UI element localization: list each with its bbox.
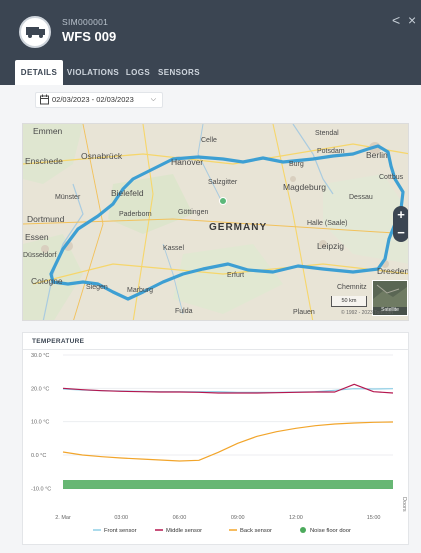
close-icon[interactable]: × xyxy=(408,13,416,27)
map-label-osnabruck: Osnabrück xyxy=(81,151,123,161)
chevron-down-icon: ⌵ xyxy=(150,96,156,103)
date-range-picker[interactable]: 02/03/2023 - 02/03/2023 ⌵ xyxy=(35,92,163,108)
map-label-hanover: Hanover xyxy=(171,157,204,167)
map-label-gottingen: Göttingen xyxy=(178,209,209,216)
map-label-burg: Burg xyxy=(289,161,304,168)
truck-icon xyxy=(26,27,45,38)
map-label-halle: Halle (Saale) xyxy=(307,220,348,227)
x-tick-label: 09:00 xyxy=(231,515,245,521)
sim-id: SIM000001 xyxy=(62,17,109,27)
map-label-potsdam: Potsdam xyxy=(317,148,345,155)
tab-logs[interactable]: LOGS xyxy=(123,60,153,85)
map-label-dortmund: Dortmund xyxy=(27,214,65,224)
map-label-stendal: Stendal xyxy=(315,130,339,137)
date-range-value: 02/03/2023 - 02/03/2023 xyxy=(52,95,134,104)
map-label-magdeburg: Magdeburg xyxy=(283,182,327,192)
map-label-marburg: Marburg xyxy=(127,287,154,294)
tab-sensors[interactable]: SENSORS xyxy=(157,60,201,85)
x-tick-label: 06:00 xyxy=(173,515,187,521)
map-label-dresden: Dresden xyxy=(377,266,409,276)
map-label-emmen: Emmen xyxy=(33,126,63,136)
map-copyright: © 1992 - 2023 TomTom xyxy=(341,310,393,316)
map-label-celle: Celle xyxy=(201,137,217,144)
tab-details[interactable]: DETAILS xyxy=(15,60,63,85)
noise-floor-door-band xyxy=(63,480,393,489)
legend-swatch xyxy=(300,527,306,533)
map-label-dusseldorf: Düsseldorf xyxy=(23,252,57,259)
legend-label: Back sensor xyxy=(240,528,272,534)
map-label-fulda: Fulda xyxy=(175,308,193,315)
vehicle-header: SIM000001 WFS 009 < × xyxy=(0,0,421,60)
y-tick-label: 0.0 °C xyxy=(31,453,46,459)
calendar-icon xyxy=(40,94,49,105)
zoom-in-button[interactable]: + xyxy=(393,206,408,224)
map-scale-bar: 50 km xyxy=(331,296,367,307)
map-label-cottbus: Cottbus xyxy=(379,174,404,181)
map-label-cologne: Cologne xyxy=(31,276,63,286)
x-tick-label: 15:00 xyxy=(367,515,381,521)
satellite-thumbnail-icon xyxy=(373,281,407,307)
x-tick-label: 03:00 xyxy=(114,515,128,521)
map-label-bielefeld: Bielefeld xyxy=(111,188,144,198)
tab-violations[interactable]: VIOLATIONS xyxy=(66,60,120,85)
map-label-dessau: Dessau xyxy=(349,194,373,201)
map-label-erfurt: Erfurt xyxy=(227,272,245,279)
zoom-control: + − xyxy=(393,206,408,242)
y-tick-label: -10.0 °C xyxy=(31,486,51,492)
detail-tabs: DETAILS VIOLATIONS LOGS SENSORS xyxy=(0,60,421,85)
back-icon[interactable]: < xyxy=(392,13,400,27)
route-map[interactable]: Emmen Enschede Osnabrück Bielefeld Münst… xyxy=(22,123,409,321)
map-label-chemnitz: Chemnitz xyxy=(337,284,367,291)
legend-label: Noise floor door xyxy=(310,528,351,534)
vehicle-avatar xyxy=(19,16,51,48)
x-tick-label: 12:00 xyxy=(289,515,303,521)
map-label-munster: Münster xyxy=(55,194,81,201)
map-label-essen: Essen xyxy=(25,232,49,242)
legend-label: Front sensor xyxy=(104,528,137,534)
map-label-berlin: Berlin xyxy=(366,150,388,160)
vehicle-name: WFS 009 xyxy=(62,29,117,44)
map-label-leipzig: Leipzig xyxy=(317,241,344,251)
temperature-chart[interactable]: 30.0 °C 20.0 °C 10.0 °C 0.0 °C -10.0 °C 2. Ma… xyxy=(23,333,410,546)
y-tick-label: 30.0 °C xyxy=(31,353,49,359)
map-label-salzgitter: Salzgitter xyxy=(208,179,238,186)
legend-label: Middle sensor xyxy=(166,528,202,534)
map-label-germany: GERMANY xyxy=(209,222,268,233)
map-label-kassel: Kassel xyxy=(163,245,185,252)
y-tick-label: 10.0 °C xyxy=(31,420,49,426)
map-label-siegen: Siegen xyxy=(86,284,108,291)
map-label-paderborn: Paderborn xyxy=(119,211,152,218)
y-tick-label: 20.0 °C xyxy=(31,386,49,392)
x-tick-label: 2. Mar xyxy=(55,515,71,521)
map-label-enschede: Enschede xyxy=(25,156,63,166)
doors-axis-label: Doors xyxy=(401,497,407,512)
temperature-panel: TEMPERATURE 30.0 °C 20.0 °C 10.0 °C 0.0 °C -… xyxy=(22,332,409,545)
map-label-plauen: Plauen xyxy=(293,309,315,316)
zoom-out-button[interactable]: − xyxy=(393,224,408,242)
